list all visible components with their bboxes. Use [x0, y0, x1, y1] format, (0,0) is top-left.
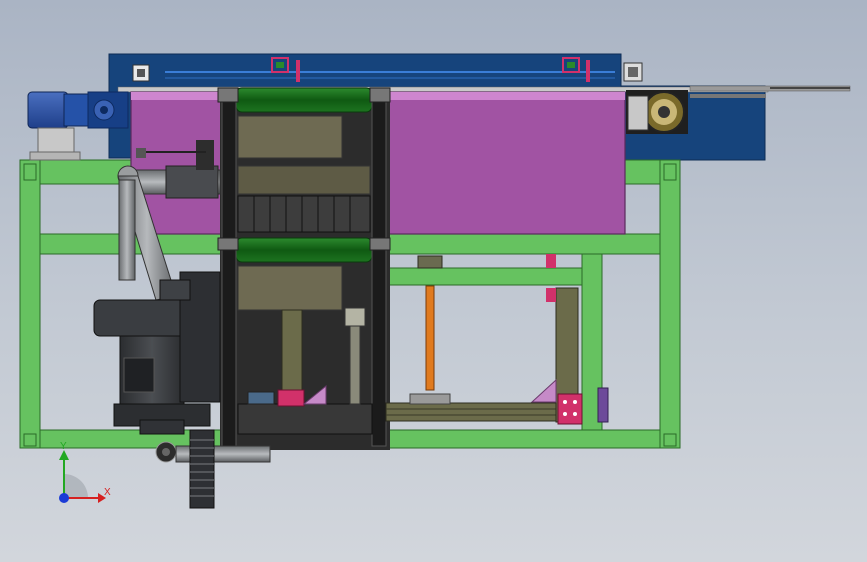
coordinate-triad: Y X: [59, 441, 111, 503]
machine-assembly-drawing: Y X: [19, 53, 851, 509]
y-axis-label: Y: [60, 441, 67, 452]
x-axis-label: X: [104, 487, 111, 498]
right-pulley: [626, 90, 688, 134]
cad-viewport[interactable]: Y X: [0, 0, 867, 562]
